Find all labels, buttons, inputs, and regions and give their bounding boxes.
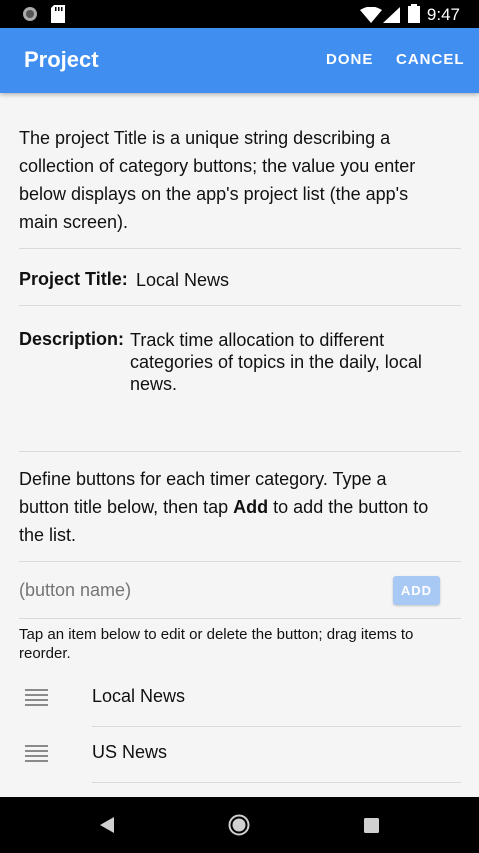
drag-handle-icon[interactable]: [25, 689, 48, 709]
define-buttons-text: Define buttons for each timer category. …: [19, 465, 439, 549]
button-name-input[interactable]: [19, 580, 379, 601]
sd-card-icon: [51, 5, 65, 23]
recents-icon[interactable]: [364, 818, 379, 833]
clock-text: 9:47: [426, 5, 460, 24]
home-icon[interactable]: [228, 814, 250, 836]
divider: [19, 248, 461, 249]
cancel-button[interactable]: CANCEL: [396, 51, 465, 68]
project-title-field[interactable]: Local News: [136, 269, 229, 291]
drag-handle-icon[interactable]: [25, 745, 48, 765]
back-icon[interactable]: [100, 817, 114, 833]
divider: [92, 782, 461, 783]
divider: [19, 618, 461, 619]
navigation-bar: [0, 797, 479, 853]
define-text-add: Add: [233, 497, 269, 517]
list-item-label: US News: [92, 742, 168, 762]
divider: [19, 561, 461, 562]
list-item-label: Local News: [92, 686, 186, 706]
divider: [19, 451, 461, 452]
page-title: Project: [24, 47, 99, 72]
list-item[interactable]: Local News: [0, 671, 479, 727]
hint-text: Tap an item below to edit or delete the …: [19, 626, 414, 662]
form-content: The project Title is a unique string des…: [0, 93, 479, 797]
signal-icon: [383, 7, 400, 23]
battery-icon: [408, 4, 420, 23]
wifi-icon: [360, 7, 382, 23]
done-button[interactable]: DONE: [326, 51, 373, 68]
notification-icon: [23, 7, 37, 21]
description-field[interactable]: Track time allocation to different categ…: [130, 329, 450, 395]
list-item[interactable]: US News: [0, 727, 479, 783]
divider: [19, 305, 461, 306]
status-bar: 9:47: [0, 0, 479, 28]
intro-text: The project Title is a unique string des…: [19, 128, 416, 232]
app-bar: Project DONE CANCEL: [0, 28, 479, 93]
add-button[interactable]: ADD: [393, 576, 440, 605]
description-label: Description:: [19, 329, 125, 349]
project-title-label: Project Title:: [19, 269, 128, 289]
